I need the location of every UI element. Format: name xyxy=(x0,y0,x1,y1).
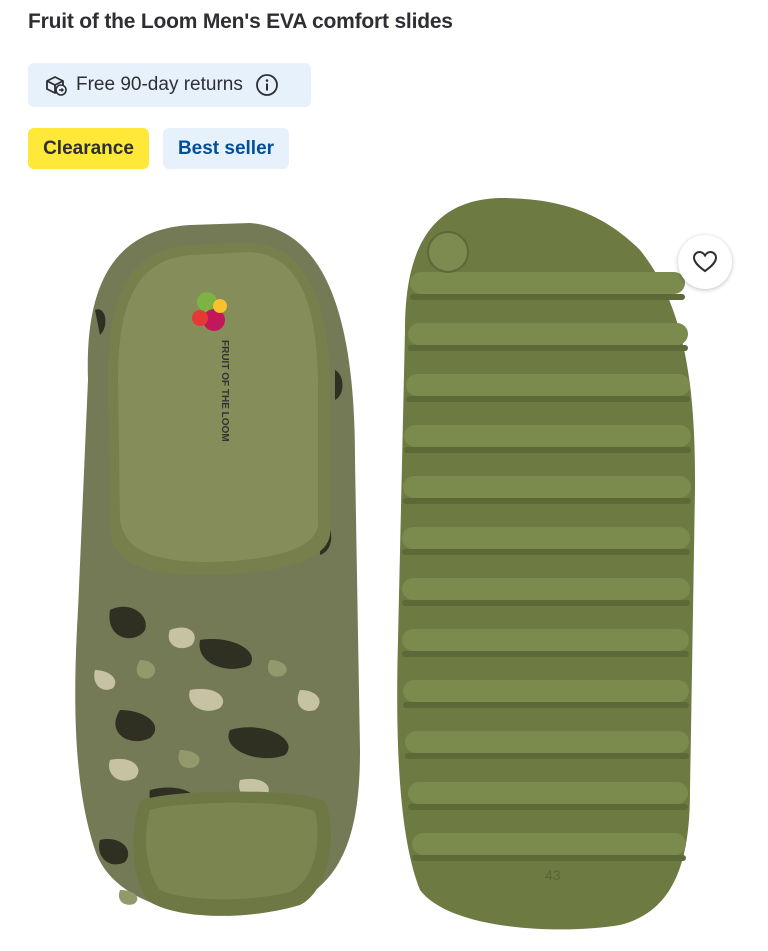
heart-icon xyxy=(692,250,718,273)
favorite-button[interactable] xyxy=(678,235,732,289)
free-returns-banner[interactable]: Free 90-day returns xyxy=(28,63,311,107)
box-return-icon xyxy=(46,76,67,96)
free-returns-label: Free 90-day returns xyxy=(76,74,243,95)
brand-mark-text: FRUIT OF THE LOOM xyxy=(219,340,230,442)
right-slide-sole-view: 43 xyxy=(397,198,696,930)
product-image[interactable]: FRUIT OF THE LOOM 43 xyxy=(0,190,768,951)
left-slide-top-view: FRUIT OF THE LOOM xyxy=(75,223,360,916)
product-title: Fruit of the Loom Men's EVA comfort slid… xyxy=(28,10,453,33)
best-seller-badge: Best seller xyxy=(163,128,289,169)
size-mark: 43 xyxy=(545,867,561,883)
clearance-badge: Clearance xyxy=(28,128,149,169)
info-icon[interactable] xyxy=(255,73,279,97)
